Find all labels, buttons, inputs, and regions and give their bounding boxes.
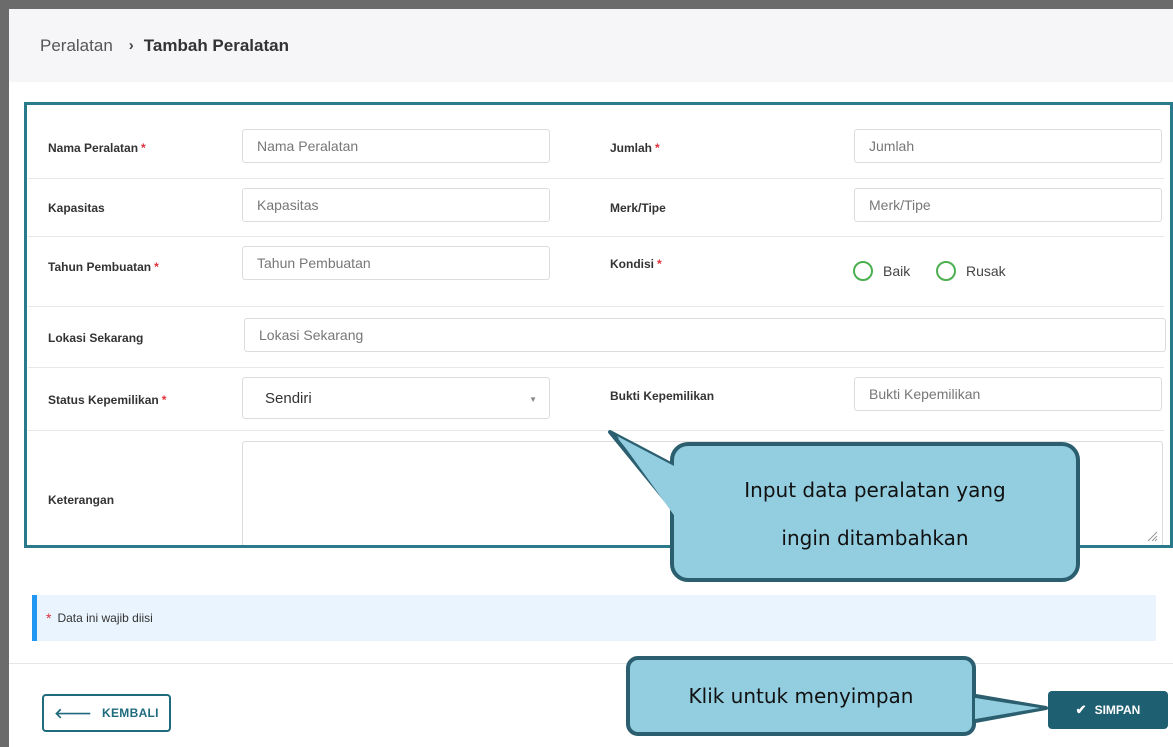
window-frame-top [0,0,1173,9]
radio-circle-icon[interactable] [936,261,956,281]
kapasitas-input[interactable]: Kapasitas [242,188,550,222]
radio-label: Baik [883,263,911,279]
note-text: Data ini wajib diisi [57,611,153,625]
check-icon: ✔ [1075,702,1087,717]
arrow-left-icon: 🡐 [54,704,93,721]
radio-baik[interactable]: Baik [853,261,910,281]
field-label: Merk/Tipe [610,201,666,215]
field-label: Lokasi Sekarang [48,331,144,345]
field-label: Status Kepemilikan * [48,393,167,407]
field-label: Kapasitas [48,201,105,215]
field-label: Bukti Kepemilikan [610,389,715,403]
form-row: Status Kepemilikan * Sendiri ▼ Bukti Kepe… [28,368,1164,431]
field-label: Jumlah * [610,141,660,155]
divider [9,663,1173,664]
form-row: Nama Peralatan * Nama Peralatan Jumlah * J… [28,120,1164,179]
radio-circle-icon[interactable] [853,261,873,281]
merk-tipe-input[interactable]: Merk/Tipe [854,188,1162,222]
field-label: Nama Peralatan * [48,141,146,155]
resize-handle-icon[interactable] [1146,530,1158,542]
callout-line: Input data peralatan yang [744,478,1006,502]
field-label: Keterangan [48,493,115,507]
required-star: * [46,610,52,626]
select-value: Sendiri [265,389,312,407]
form-row: Tahun Pembuatan * Tahun Pembuatan Kondisi… [28,237,1164,307]
breadcrumb: Peralatan › Tambah Peralatan [9,9,1173,82]
required-note: * Data ini wajib diisi [32,595,1156,641]
radio-label: Rusak [966,263,1006,279]
nama-peralatan-input[interactable]: Nama Peralatan [242,129,550,163]
tahun-pembuatan-input[interactable]: Tahun Pembuatan [242,246,550,280]
jumlah-input[interactable]: Jumlah [854,129,1162,163]
lokasi-sekarang-input[interactable]: Lokasi Sekarang [244,318,1166,352]
callout-line: ingin ditambahkan [781,526,969,550]
field-label: Tahun Pembuatan * [48,260,159,274]
status-kepemilikan-select[interactable]: Sendiri ▼ [242,377,550,419]
form-row: Lokasi Sekarang Lokasi Sekarang [28,307,1166,368]
field-label: Kondisi * [610,257,662,271]
callout-text: Klik untuk menyimpan [688,684,914,708]
bukti-kepemilikan-input[interactable]: Bukti Kepemilikan [854,377,1162,411]
breadcrumb-root[interactable]: Peralatan [40,36,113,56]
caret-down-icon: ▼ [529,395,537,404]
simpan-button[interactable]: ✔ SIMPAN [1048,691,1168,729]
callout-input: Input data peralatan yang ingin ditambah… [670,442,1080,582]
button-label: SIMPAN [1094,703,1141,717]
radio-rusak[interactable]: Rusak [936,261,1006,281]
breadcrumb-current: Tambah Peralatan [143,35,289,55]
callout-save: Klik untuk menyimpan [626,656,976,736]
chevron-right-icon: › [128,37,134,54]
window-frame-left [0,0,9,747]
button-label: KEMBALI [102,706,159,720]
form-row: Kapasitas Kapasitas Merk/Tipe Merk/Tipe [28,179,1164,237]
kembali-button[interactable]: 🡐 KEMBALI [42,694,171,732]
